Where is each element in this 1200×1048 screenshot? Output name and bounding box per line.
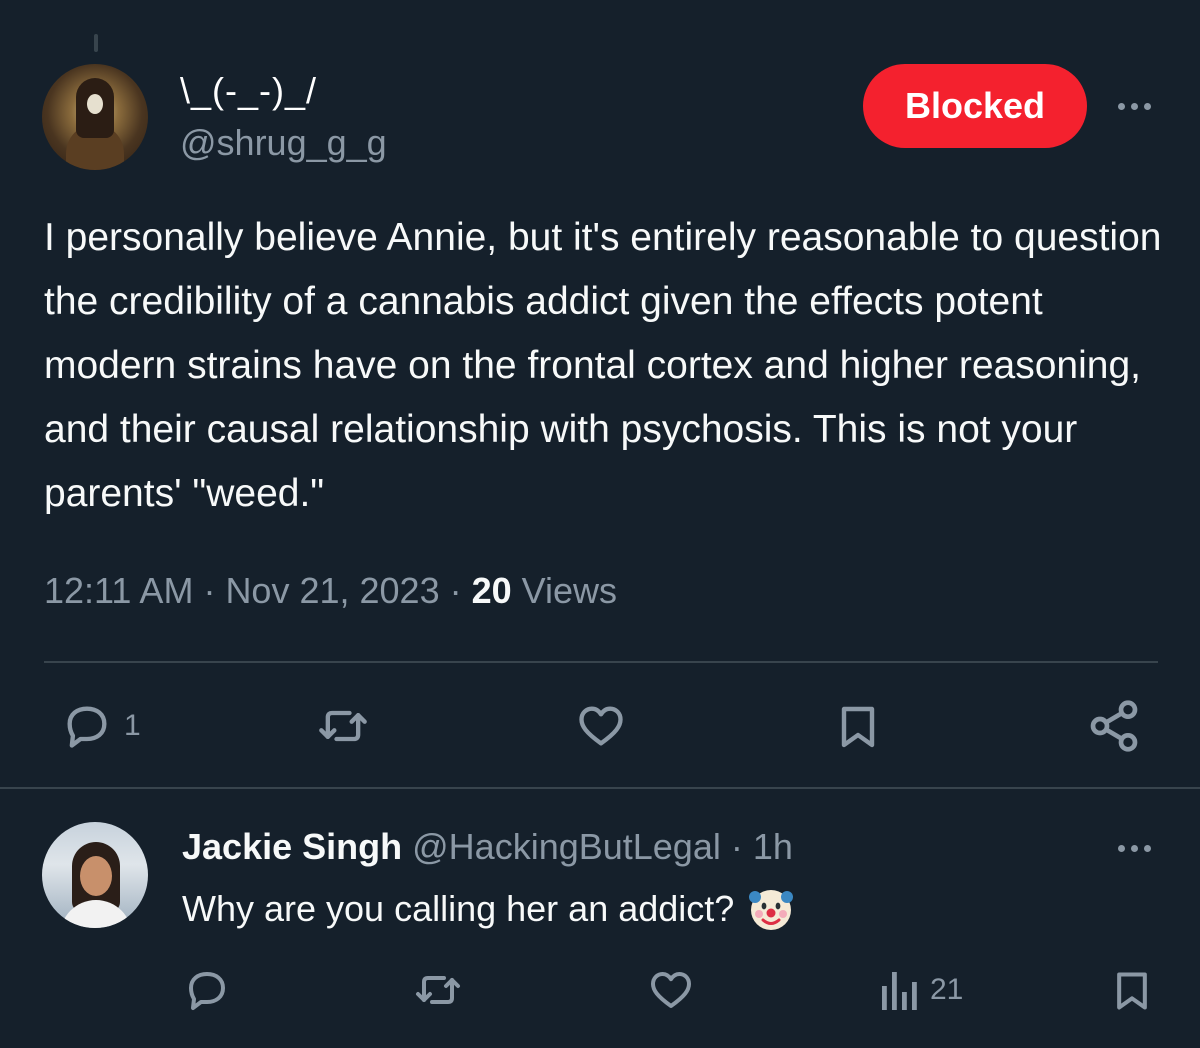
reply-retweet-action[interactable] — [410, 966, 466, 1014]
share-icon — [1090, 700, 1138, 752]
reply-views-action[interactable]: 21 — [880, 968, 963, 1012]
reply-count: 1 — [124, 709, 141, 742]
bookmark-icon — [841, 706, 875, 748]
heart-icon — [651, 972, 691, 1008]
reply-bookmark-action[interactable] — [1110, 966, 1154, 1016]
tweet-text: I personally believe Annie, but it's ent… — [44, 216, 1162, 515]
tweet-meta: 12:11 AM · Nov 21, 2023 · 20 Views — [44, 570, 617, 612]
divider — [0, 787, 1200, 789]
reply-action[interactable]: 1 — [60, 700, 141, 752]
reply-icon — [67, 706, 107, 748]
reply-avatar[interactable] — [42, 822, 148, 928]
tweet-handle[interactable]: @shrug_g_g — [180, 122, 387, 164]
more-dots-icon — [1117, 844, 1151, 852]
divider — [44, 661, 1158, 663]
blocked-button[interactable]: Blocked — [863, 64, 1087, 148]
thread-connector — [94, 34, 98, 52]
heart-icon — [579, 706, 623, 746]
tweet-avatar[interactable] — [42, 64, 148, 170]
reply-reply-action[interactable] — [182, 966, 232, 1014]
tweet-date[interactable]: Nov 21, 2023 — [225, 570, 439, 611]
reply-text-row: Why are you calling her an addict? — [182, 884, 796, 934]
reply-views-count: 21 — [930, 973, 964, 1006]
share-action[interactable] — [1086, 698, 1142, 754]
retweet-action[interactable] — [312, 700, 374, 752]
retweet-icon — [416, 976, 460, 1004]
reply-more-button[interactable] — [1110, 830, 1158, 866]
more-dots-icon — [1117, 102, 1151, 110]
like-action[interactable] — [574, 700, 628, 752]
clown-face-icon — [749, 890, 794, 930]
tweet-more-button[interactable] — [1110, 88, 1158, 124]
views-label: Views — [511, 570, 618, 611]
meta-separator: · — [720, 826, 753, 867]
reply-text: Why are you calling her an addict? — [182, 888, 735, 929]
meta-separator: · — [193, 570, 226, 611]
views-count: 20 — [471, 570, 512, 611]
reply-age[interactable]: 1h — [753, 826, 793, 867]
retweet-icon — [319, 710, 367, 742]
bookmark-action[interactable] — [834, 700, 882, 754]
reply-like-action[interactable] — [646, 966, 696, 1014]
reply-display-name[interactable]: Jackie Singh — [182, 826, 402, 867]
reply-icon — [189, 972, 225, 1010]
tweet-time[interactable]: 12:11 AM — [44, 570, 193, 611]
analytics-icon — [882, 972, 917, 1010]
meta-separator: · — [439, 570, 472, 611]
tweet-display-name[interactable]: \_(-_-)_/ — [180, 70, 317, 112]
reply-header: Jackie Singh @HackingButLegal · 1h — [182, 826, 793, 868]
reply-handle[interactable]: @HackingButLegal — [412, 826, 721, 867]
bookmark-icon — [1117, 972, 1147, 1010]
